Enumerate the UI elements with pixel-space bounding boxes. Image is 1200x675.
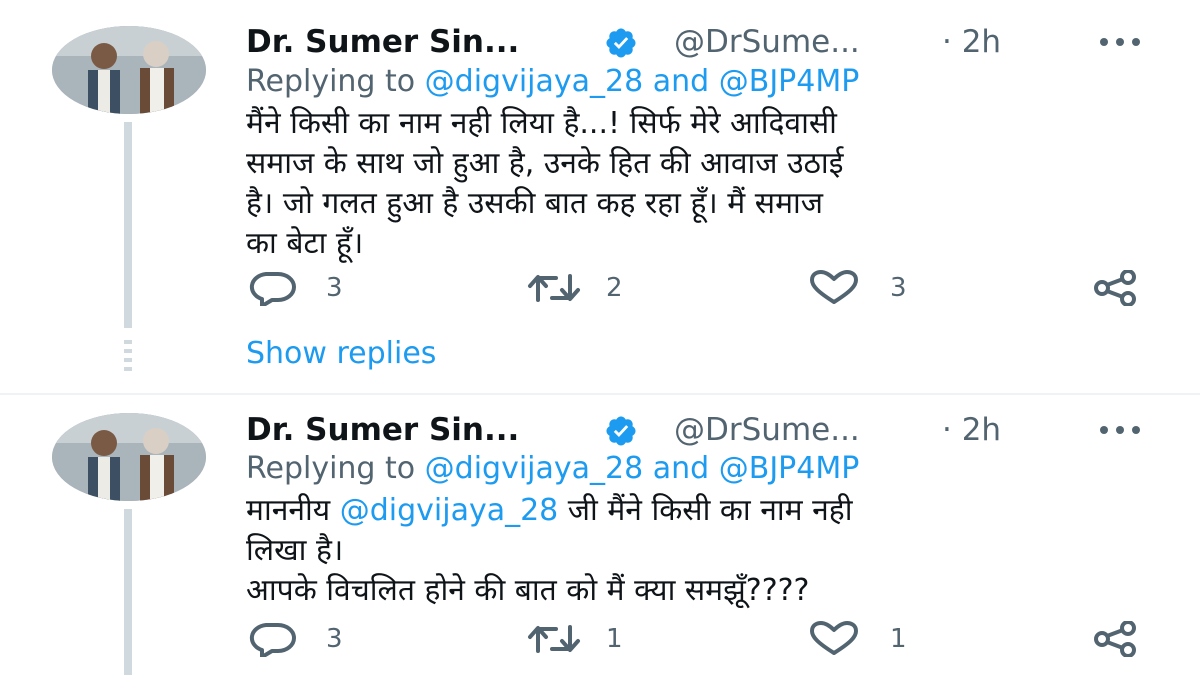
text-line: है। जो गलत हुआ है उसकी बात कह रहा हूँ। म…	[246, 186, 824, 221]
replying-prefix: Replying to	[246, 64, 425, 99]
show-replies-link[interactable]: Show replies	[246, 336, 436, 371]
like-button[interactable]: 1	[808, 619, 907, 659]
share-button[interactable]	[1092, 619, 1140, 659]
author-handle[interactable]: @DrSume...	[674, 24, 860, 60]
author-handle[interactable]: @DrSume...	[674, 412, 860, 448]
tweet-text: मैंने किसी का नाम नही लिया है...! सिर्फ …	[246, 104, 1146, 264]
text-line: लिखा है।	[246, 533, 344, 568]
author-name[interactable]: Dr. Sumer Sin...	[246, 24, 519, 60]
mention-link[interactable]: @digvijaya_28	[425, 451, 644, 486]
mention-link[interactable]: @BJP4MP	[719, 451, 860, 486]
retweet-count: 1	[606, 624, 623, 654]
text-line: समाज के साथ जो हुआ है, उनके हित की आवाज …	[246, 146, 844, 181]
reply-icon	[249, 272, 296, 306]
like-icon	[810, 621, 858, 655]
reply-button[interactable]: 3	[246, 268, 343, 308]
share-icon	[1094, 270, 1136, 306]
replying-to: Replying to @digvijaya_28 and @BJP4MP	[246, 451, 859, 486]
reply-count: 3	[326, 273, 343, 303]
avatar-photo	[52, 413, 206, 501]
text-prefix: माननीय	[246, 493, 340, 528]
mention-link[interactable]: @digvijaya_28	[340, 493, 559, 528]
text-line: माननीय @digvijaya_28 जी मैंने किसी का ना…	[246, 491, 1146, 531]
retweet-icon	[528, 274, 580, 302]
mention-link[interactable]: @BJP4MP	[719, 64, 860, 99]
share-button[interactable]	[1092, 268, 1140, 308]
author-name[interactable]: Dr. Sumer Sin...	[246, 412, 519, 448]
like-count: 1	[890, 624, 907, 654]
avatar[interactable]	[52, 26, 206, 114]
like-count: 3	[890, 273, 907, 303]
retweet-button[interactable]: 2	[526, 268, 623, 308]
verified-badge-icon	[606, 28, 636, 58]
thread-line	[124, 122, 132, 328]
tweet-actions: 3 1 1	[246, 619, 1146, 659]
reply-icon	[249, 623, 296, 657]
retweet-count: 2	[606, 273, 623, 303]
retweet-icon	[528, 625, 580, 653]
text-line: मैंने किसी का नाम नही लिया है...! सिर्फ …	[246, 106, 837, 141]
avatar[interactable]	[52, 413, 206, 501]
replying-to: Replying to @digvijaya_28 and @BJP4MP	[246, 64, 859, 99]
tweet-time[interactable]: · 2h	[942, 412, 1001, 448]
tweet-2[interactable]: Dr. Sumer Sin... @DrSume... · 2h Replyin…	[0, 395, 1200, 675]
share-icon	[1094, 621, 1136, 657]
thread-dots	[124, 340, 132, 376]
like-icon	[810, 270, 858, 304]
retweet-button[interactable]: 1	[526, 619, 623, 659]
replying-prefix: Replying to	[246, 451, 425, 486]
tweet-text: माननीय @digvijaya_28 जी मैंने किसी का ना…	[246, 491, 1146, 611]
tweet-actions: 3 2 3	[246, 268, 1146, 308]
text-line: का बेटा हूँ।	[246, 226, 364, 261]
verified-badge-icon	[606, 416, 636, 446]
text-line: आपके विचलित होने की बात को मैं क्या समझू…	[246, 573, 810, 608]
reply-count: 3	[326, 624, 343, 654]
text-suffix: जी मैंने किसी का नाम नही	[558, 493, 853, 528]
replying-and: and	[643, 451, 719, 486]
mention-link[interactable]: @digvijaya_28	[425, 64, 644, 99]
tweet-time[interactable]: · 2h	[942, 24, 1001, 60]
like-button[interactable]: 3	[808, 268, 907, 308]
replying-and: and	[643, 64, 719, 99]
thread-line	[124, 509, 132, 675]
tweet-1[interactable]: Dr. Sumer Sin... @DrSume... · 2h Replyin…	[0, 0, 1200, 393]
more-dots-icon[interactable]	[1096, 414, 1144, 444]
avatar-photo	[52, 26, 206, 114]
reply-button[interactable]: 3	[246, 619, 343, 659]
more-dots-icon[interactable]	[1096, 26, 1144, 56]
